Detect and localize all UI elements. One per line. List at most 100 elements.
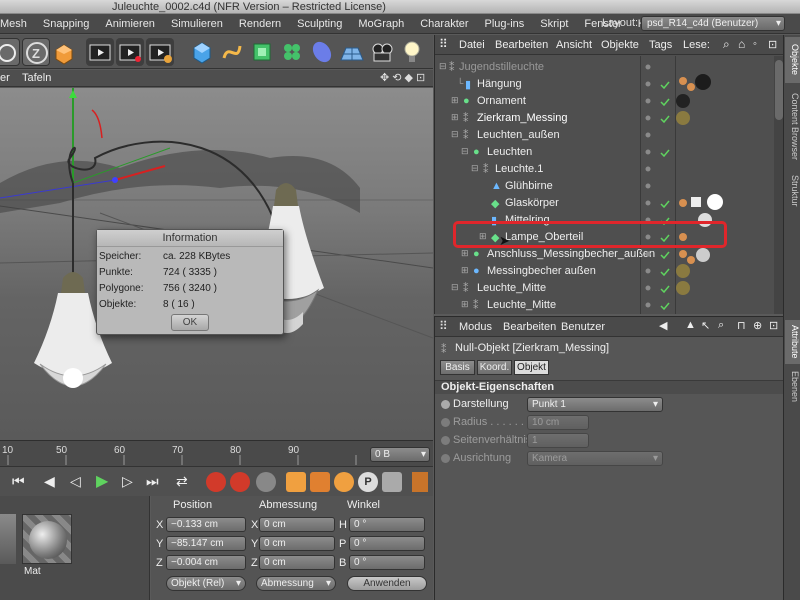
attr-menu-bearbeiten[interactable]: Bearbeiten	[503, 321, 556, 333]
object-status-column[interactable]	[641, 57, 774, 313]
pla-key-icon[interactable]	[382, 472, 402, 492]
expand-icon[interactable]: ⊞	[461, 265, 469, 276]
om-menu-objekte[interactable]: Objekte	[601, 39, 639, 51]
menu-mograph[interactable]: MoGraph	[350, 18, 412, 30]
menu-sculpting[interactable]: Sculpting	[289, 18, 350, 30]
side-tab-struktur[interactable]: Struktur	[785, 171, 800, 211]
expand-icon[interactable]: ⊞	[451, 112, 459, 123]
attr-menu-benutzer[interactable]: Benutzer	[561, 321, 605, 333]
viewport-menu-tafeln[interactable]: Tafeln	[22, 72, 51, 84]
position-z-field[interactable]: −0.004 cm	[166, 555, 246, 570]
render-view-icon[interactable]	[86, 38, 114, 66]
material-name[interactable]: Mat	[24, 566, 41, 577]
current-frame-field[interactable]: 0 B ▾	[370, 447, 430, 462]
collapse-icon[interactable]: ⊟	[471, 163, 479, 174]
step-forward-icon[interactable]: ▷	[122, 473, 133, 490]
step-back-icon[interactable]: ◁	[70, 473, 81, 490]
menu-skript[interactable]: Skript	[532, 18, 576, 30]
prop-darstellung-select[interactable]: Punkt 1 ▾	[527, 397, 663, 412]
move-key-icon[interactable]	[286, 472, 306, 492]
eye-icon[interactable]: ◦	[753, 38, 757, 50]
expand-icon[interactable]: ⊞	[461, 248, 469, 259]
collapse-icon[interactable]: ⊟	[439, 61, 447, 72]
camera-icon[interactable]	[368, 38, 396, 66]
light-icon[interactable]	[398, 38, 426, 66]
z-axis-icon[interactable]: Z	[22, 38, 50, 66]
scale-key-icon[interactable]	[310, 472, 330, 492]
side-tab-ebenen[interactable]: Ebenen	[785, 369, 800, 405]
position-y-field[interactable]: −85.147 cm	[166, 536, 246, 551]
grip-icon[interactable]: ⠿	[439, 319, 448, 333]
apply-button[interactable]: Anwenden	[347, 576, 427, 591]
play-icon[interactable]: ▶	[96, 471, 108, 491]
rotation-b-field[interactable]: 0 °	[349, 555, 425, 570]
menu-plugins[interactable]: Plug-ins	[477, 18, 533, 30]
render-settings-icon[interactable]	[146, 38, 174, 66]
deformer-icon[interactable]	[308, 38, 336, 66]
floor-icon[interactable]	[338, 38, 366, 66]
dialog-ok-button[interactable]: OK	[171, 314, 209, 331]
search-icon[interactable]: ⌕	[723, 37, 730, 52]
om-menu-datei[interactable]: Datei	[459, 39, 485, 51]
menu-animieren[interactable]: Animieren	[97, 18, 163, 30]
previous-key-icon[interactable]: ◀	[44, 473, 55, 490]
size-mode-select[interactable]: Abmessung ▾	[256, 576, 336, 591]
size-z-field[interactable]: 0 cm	[259, 555, 335, 570]
material-preview-partial[interactable]	[0, 514, 16, 564]
side-tab-objekte[interactable]: Objekte	[785, 37, 800, 83]
om-menu-tags[interactable]: Tags	[649, 39, 672, 51]
size-x-field[interactable]: 0 cm	[259, 517, 335, 532]
maximize-icon[interactable]: ⊡	[768, 38, 777, 51]
collapse-icon[interactable]: ⊟	[451, 282, 459, 293]
nurbs-icon[interactable]	[248, 38, 276, 66]
coordinate-system-icon[interactable]	[50, 38, 78, 66]
parameter-key-icon[interactable]: P	[358, 472, 378, 492]
material-preview[interactable]	[22, 514, 72, 564]
menu-simulieren[interactable]: Simulieren	[163, 18, 231, 30]
array-icon[interactable]	[278, 38, 306, 66]
viewport-nav-icons[interactable]: ✥ ⟲ ◆ ⊡	[380, 71, 425, 84]
size-y-field[interactable]: 0 cm	[259, 536, 335, 551]
film-icon[interactable]	[412, 472, 428, 492]
rotation-p-field[interactable]: 0 °	[349, 536, 425, 551]
om-menu-lese[interactable]: Lese:	[683, 39, 710, 51]
menu-mesh[interactable]: Mesh	[0, 18, 35, 30]
coordinate-mode-select[interactable]: Objekt (Rel) ▾	[166, 576, 246, 591]
key-selection-icon[interactable]	[256, 472, 276, 492]
attr-menu-modus[interactable]: Modus	[459, 321, 492, 333]
side-tab-content-browser[interactable]: Content Browser	[785, 87, 800, 167]
om-menu-ansicht[interactable]: Ansicht	[556, 39, 592, 51]
auto-key-icon[interactable]	[230, 472, 250, 492]
home-icon[interactable]: ⌂	[738, 37, 745, 51]
rotate-key-icon[interactable]	[334, 472, 354, 492]
back-arrow-icon[interactable]: ◀	[659, 319, 667, 332]
tab-objekt[interactable]: Objekt	[514, 360, 549, 375]
grip-icon[interactable]: ⠿	[439, 37, 448, 51]
om-menu-bearbeiten[interactable]: Bearbeiten	[495, 39, 548, 51]
search-icon[interactable]: ⌕	[718, 319, 724, 332]
timeline-ruler[interactable]: 10 50 60 70 80 90 0 B ▾	[0, 440, 433, 466]
up-arrow-icon[interactable]: ▲	[685, 319, 696, 331]
rotate-icon[interactable]	[0, 38, 20, 66]
spline-icon[interactable]	[218, 38, 246, 66]
tab-basis[interactable]: Basis	[440, 360, 475, 375]
tab-koord[interactable]: Koord.	[477, 360, 512, 375]
menu-charakter[interactable]: Charakter	[412, 18, 476, 30]
side-tab-attribute[interactable]: Attribute	[785, 320, 800, 364]
go-to-end-icon[interactable]: ⏭	[146, 473, 159, 490]
expand-icon[interactable]: ⊞	[451, 95, 459, 106]
expand-icon[interactable]: ⊞	[461, 299, 469, 310]
collapse-icon[interactable]: ⊟	[451, 129, 459, 140]
menu-rendern[interactable]: Rendern	[231, 18, 289, 30]
rotation-h-field[interactable]: 0 °	[349, 517, 425, 532]
maximize-icon[interactable]: ⊡	[769, 319, 778, 332]
animation-dot-icon[interactable]	[441, 400, 450, 409]
viewport-menu-partial[interactable]: er	[0, 72, 10, 84]
record-icon[interactable]	[206, 472, 226, 492]
render-picture-viewer-icon[interactable]	[116, 38, 144, 66]
loop-icon[interactable]: ⇄	[176, 473, 188, 490]
cube-icon[interactable]	[188, 38, 216, 66]
position-x-field[interactable]: −0.133 cm	[166, 517, 246, 532]
pointer-icon[interactable]: ↖	[701, 319, 710, 332]
lock-icon[interactable]: ⊓	[737, 319, 746, 332]
